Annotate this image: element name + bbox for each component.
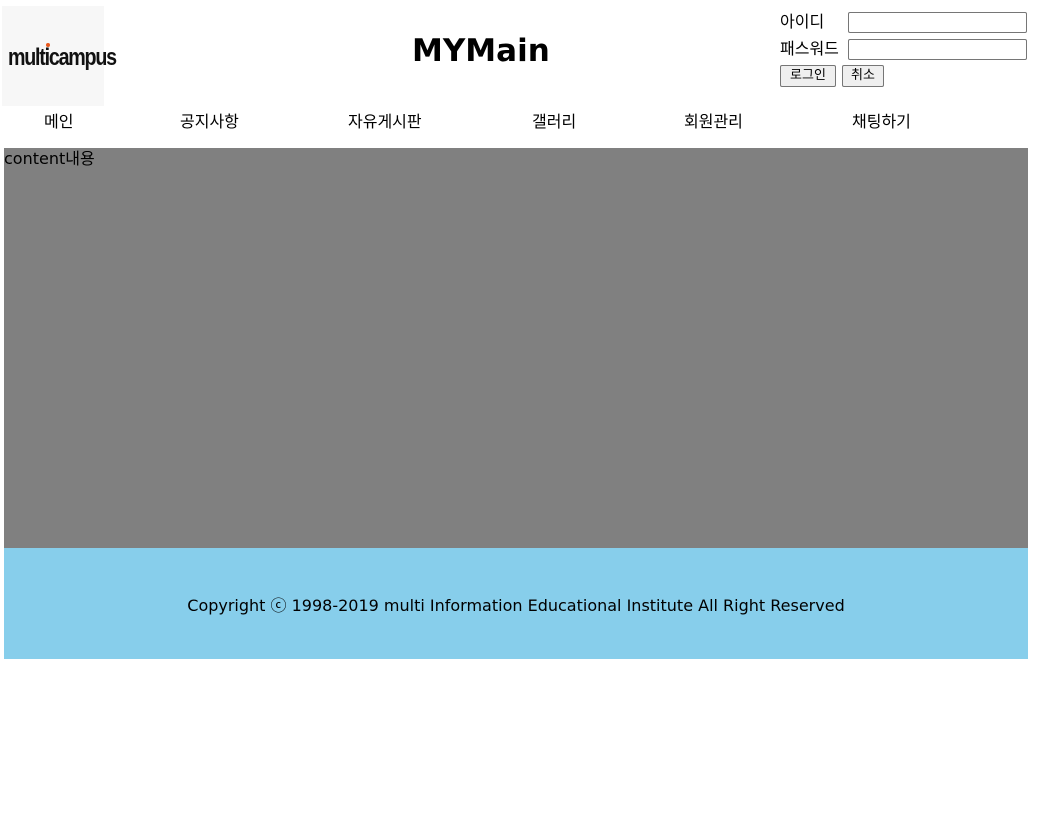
nav-item-gallery[interactable]: 갤러리 [532,110,576,134]
id-field[interactable] [848,12,1027,33]
login-button[interactable]: 로그인 [780,65,836,87]
nav-item-chat[interactable]: 채팅하기 [852,110,911,134]
id-label: 아이디 [780,12,825,31]
login-form: 아이디 패스워드 로그인 취소 [780,10,1030,90]
footer: Copyright ⓒ 1998-2019 multi Information … [4,548,1028,659]
copyright-text: Copyright ⓒ 1998-2019 multi Information … [187,596,845,615]
logo-text: multicampus [8,44,117,71]
content-text: content내용 [4,149,95,168]
nav-item-free-board[interactable]: 자유게시판 [348,110,422,134]
cancel-button[interactable]: 취소 [842,65,884,87]
page-title: MYMain [412,33,550,69]
nav-item-member-management[interactable]: 회원관리 [684,110,743,134]
header: multicampus MYMain 아이디 패스워드 로그인 취소 [0,0,1037,106]
password-field[interactable] [848,39,1027,60]
password-label: 패스워드 [780,39,839,58]
main-nav: 메인 공지사항 자유게시판 갤러리 회원관리 채팅하기 [0,110,1037,136]
logo[interactable]: multicampus [2,6,117,106]
nav-item-notice[interactable]: 공지사항 [180,110,239,134]
logo-accent-dot [46,43,50,47]
content-area: content내용 [4,148,1028,548]
nav-item-main[interactable]: 메인 [44,110,73,134]
page: multicampus MYMain 아이디 패스워드 로그인 취소 메인 공지… [0,0,1037,832]
